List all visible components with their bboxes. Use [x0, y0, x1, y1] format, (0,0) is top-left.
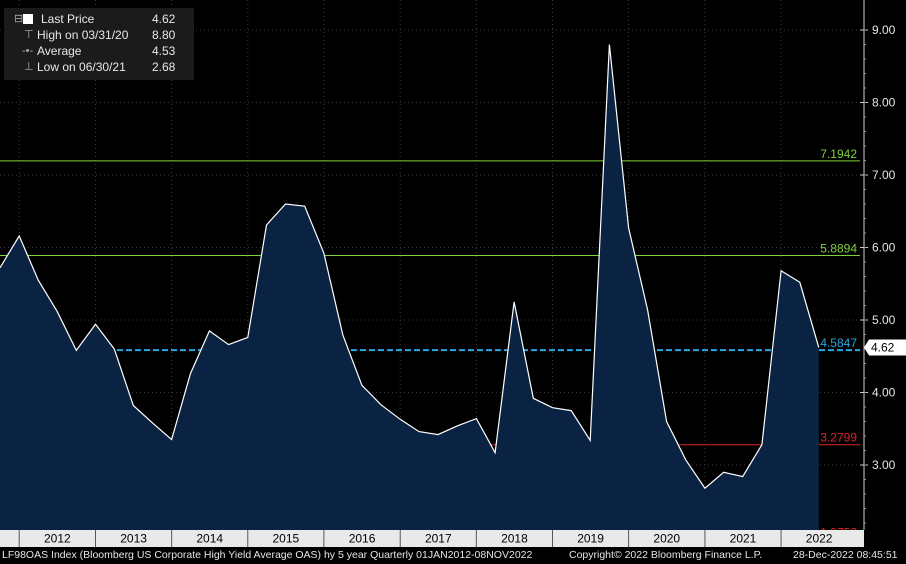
x-tick-label: 2021	[730, 532, 757, 546]
x-tick-label: 2018	[501, 532, 528, 546]
chart-footer: LF98OAS Index (Bloomberg US Corporate Hi…	[0, 547, 906, 564]
reference-line-label: 7.1942	[820, 147, 857, 161]
x-tick-label: 2022	[806, 532, 833, 546]
last-price-tag-label: 4.62	[871, 341, 895, 355]
y-tick-label: 5.00	[872, 313, 896, 327]
collapse-icon[interactable]: ⊟	[14, 11, 23, 27]
reference-line-label: 4.5847	[820, 336, 857, 350]
legend-low-label: Low on 06/30/21	[37, 60, 126, 74]
legend-last-price-label: Last Price	[41, 12, 95, 26]
legend-last-price-value: 4.62	[152, 12, 176, 26]
legend-average: -•- Average 4.53	[4, 43, 194, 59]
reference-line-label: 3.2799	[820, 431, 857, 445]
x-tick-label: 2012	[44, 532, 71, 546]
y-tick-label: 7.00	[872, 168, 896, 182]
legend-average-label: Average	[37, 44, 82, 58]
legend-panel: ⊟ Last Price 4.62 ⊤ High on 03/31/20 8.8…	[4, 8, 194, 80]
last-price-swatch-icon	[23, 14, 33, 24]
y-tick-label: 3.00	[872, 458, 896, 472]
reference-line-label: 5.8894	[820, 242, 857, 256]
y-tick-label: 9.00	[872, 23, 896, 37]
oas-chart: 7.19425.88944.58473.27991.9752 3.004.005…	[0, 0, 906, 564]
legend-high-label: High on 03/31/20	[37, 28, 129, 42]
y-tick-label: 6.00	[872, 241, 896, 255]
legend-low-value: 2.68	[152, 60, 176, 74]
y-tick-label: 8.00	[872, 96, 896, 110]
y-tick-label: 4.00	[872, 386, 896, 400]
legend-high: ⊤ High on 03/31/20 8.80	[4, 27, 194, 43]
average-marker-icon: -•-	[22, 45, 34, 57]
footer-ticker-text: LF98OAS Index (Bloomberg US Corporate Hi…	[2, 549, 533, 561]
x-tick-label: 2020	[653, 532, 680, 546]
legend-high-value: 8.80	[152, 28, 176, 42]
x-tick-label: 2016	[349, 532, 376, 546]
footer-timestamp: 28-Dec-2022 08:45:51	[793, 549, 898, 561]
x-tick-label: 2017	[425, 532, 452, 546]
footer-copyright: Copyright© 2022 Bloomberg Finance L.P.	[569, 549, 763, 561]
legend-last-price: ⊟ Last Price 4.62	[4, 11, 194, 27]
low-marker-icon: ⊥	[24, 61, 34, 73]
x-tick-label: 2013	[120, 532, 147, 546]
legend-average-value: 4.53	[152, 44, 176, 58]
x-tick-label: 2015	[272, 532, 299, 546]
x-tick-label: 2014	[196, 532, 223, 546]
x-tick-label: 2019	[577, 532, 604, 546]
legend-low: ⊥ Low on 06/30/21 2.68	[4, 59, 194, 75]
high-marker-icon: ⊤	[24, 29, 34, 41]
